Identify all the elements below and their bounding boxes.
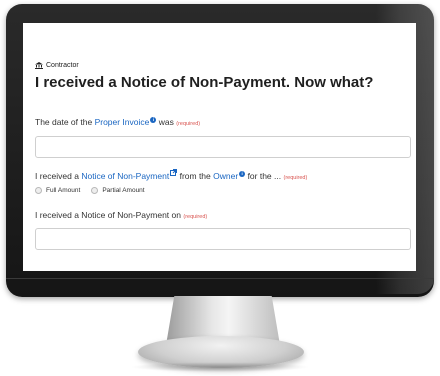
required-badge: (required) (283, 175, 308, 181)
partial-amount-label[interactable]: Partial Amount (102, 187, 144, 194)
notice-amount-middle: from the (179, 171, 211, 181)
required-badge: (required) (183, 214, 208, 220)
radio-button[interactable] (35, 187, 42, 194)
notice-date-label: I received a Notice of Non-Payment on (r… (35, 210, 207, 220)
notice-date-input[interactable] (35, 228, 411, 250)
partial-amount-option[interactable]: Partial Amount (91, 187, 145, 194)
notice-date-prefix: I received a Notice of Non-Payment on (35, 210, 181, 220)
stand-shadow (130, 362, 310, 372)
invoice-date-label: The date of the Proper Invoice i was (req… (35, 117, 200, 127)
amount-radio-group: Full Amount Partial Amount (35, 187, 145, 194)
radio-button[interactable] (91, 187, 99, 194)
monitor-chin (6, 278, 434, 279)
notice-of-non-payment-link[interactable]: Notice of Non-Payment (81, 171, 169, 181)
notice-amount-prefix: I received a (35, 171, 79, 181)
breadcrumb-label[interactable]: Contractor (46, 62, 79, 69)
invoice-date-input[interactable] (35, 136, 411, 158)
full-amount-option[interactable]: Full Amount (35, 187, 80, 194)
monitor-screen: Contractor I received a Notice of Non-Pa… (23, 23, 416, 271)
page-title: I received a Notice of Non-Payment. Now … (35, 74, 374, 91)
full-amount-label[interactable]: Full Amount (46, 187, 80, 194)
invoice-date-prefix: The date of the (35, 117, 93, 127)
bank-icon (35, 62, 43, 69)
info-icon[interactable]: i (150, 117, 157, 123)
notice-amount-label: I received a Notice of Non-Payment from … (35, 168, 307, 181)
notice-amount-suffix: for the ... (247, 171, 282, 181)
required-badge: (required) (176, 121, 201, 127)
owner-link[interactable]: Owner (213, 171, 238, 181)
info-icon[interactable]: i (239, 171, 246, 177)
invoice-date-suffix: was (158, 117, 174, 127)
external-link-icon[interactable] (170, 168, 178, 178)
breadcrumb: Contractor (35, 62, 79, 69)
proper-invoice-link[interactable]: Proper Invoice (95, 117, 150, 127)
